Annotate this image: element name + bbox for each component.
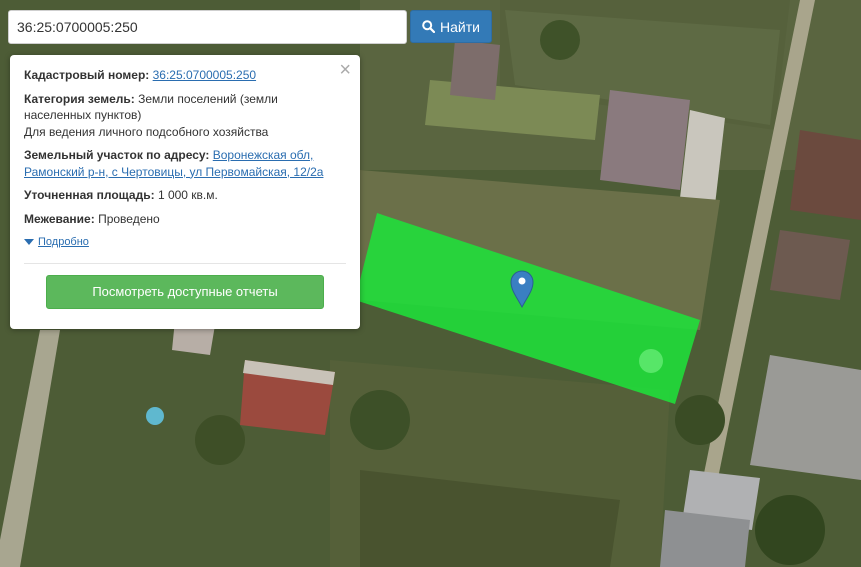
view-reports-button[interactable]: Посмотреть доступные отчеты (46, 274, 324, 309)
cadastral-label: Кадастровый номер: (24, 68, 150, 82)
cadastral-row: Кадастровый номер: 36:25:0700005:250 (24, 67, 346, 84)
address-label: Земельный участок по адресу: (24, 148, 210, 162)
search-icon (422, 20, 436, 33)
parcel-info-popup: × Кадастровый номер: 36:25:0700005:250 К… (10, 55, 360, 329)
caret-down-icon (24, 239, 34, 246)
survey-value: Проведено (98, 211, 160, 226)
more-details-link[interactable]: Подробно (38, 234, 89, 251)
category-row: Категория земель: Земли поселений (земли… (24, 91, 346, 141)
divider (24, 262, 346, 264)
survey-row: Межевание: Проведено (24, 211, 346, 228)
cadastral-link[interactable]: 36:25:0700005:250 (153, 68, 256, 82)
area-label: Уточненная площадь: (24, 188, 155, 202)
category-use: Для ведения личного подсобного хозяйства (24, 124, 269, 139)
search-input[interactable] (8, 10, 407, 44)
close-icon[interactable]: × (339, 60, 351, 80)
search-bar: Найти (8, 10, 492, 44)
area-value: 1 000 кв.м. (157, 188, 218, 202)
survey-label: Межевание: (24, 211, 95, 226)
category-label: Категория земель: (24, 91, 135, 106)
more-details-toggle[interactable]: Подробно (24, 234, 346, 251)
address-row: Земельный участок по адресу: Воронежская… (24, 147, 346, 180)
area-row: Уточненная площадь: 1 000 кв.м. (24, 187, 346, 204)
search-button-label: Найти (440, 18, 480, 35)
search-button[interactable]: Найти (410, 10, 492, 43)
